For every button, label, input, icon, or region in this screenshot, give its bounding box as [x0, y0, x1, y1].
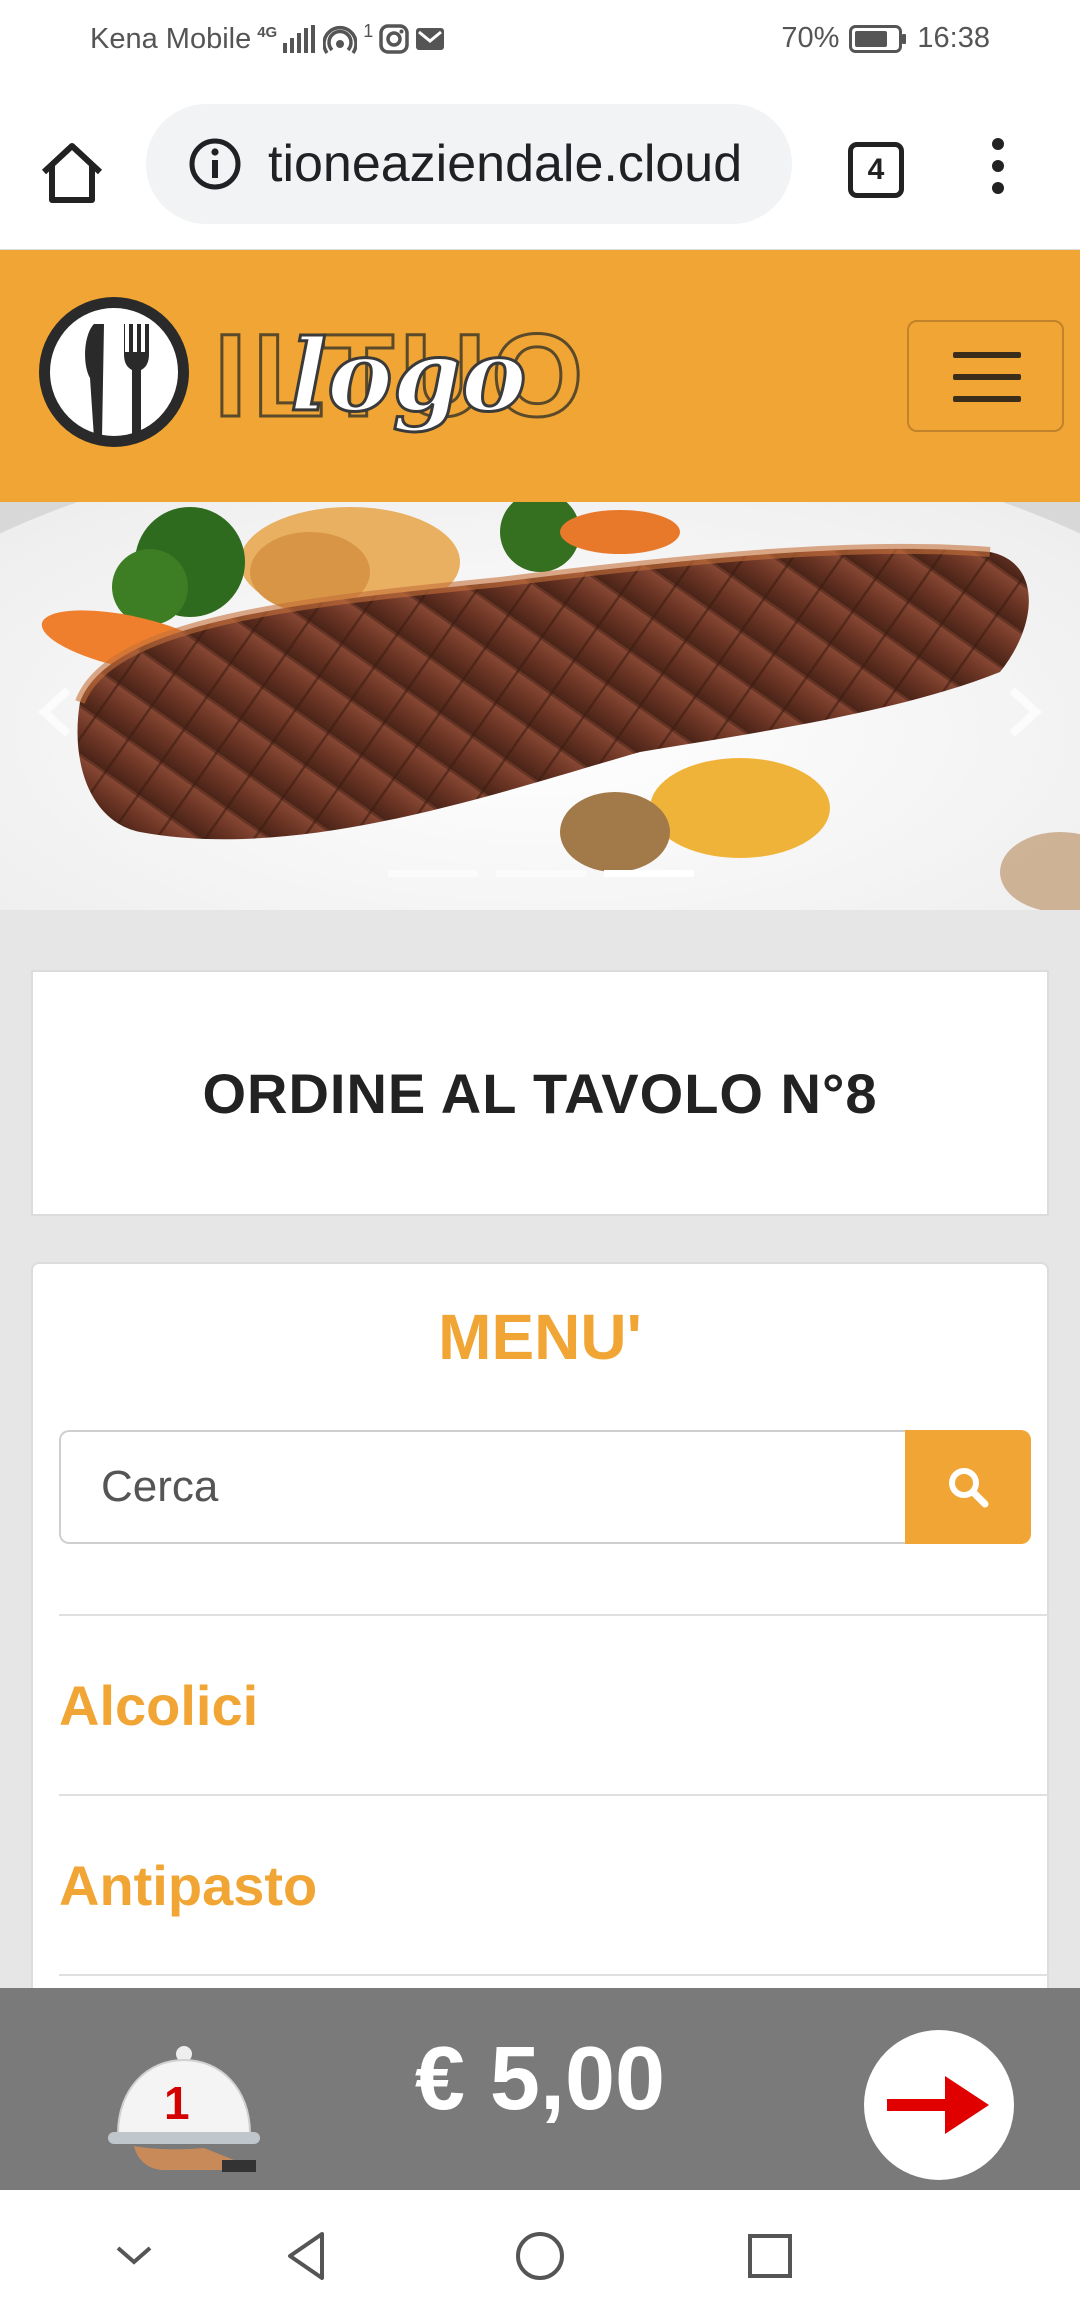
carousel-indicators	[388, 870, 694, 877]
hero-carousel[interactable]	[0, 502, 1080, 910]
home-nav-icon[interactable]	[510, 2226, 570, 2286]
logo-graphic: ILTUO logo	[39, 297, 585, 447]
notification-count: 1	[363, 20, 374, 41]
checkout-button[interactable]	[864, 2030, 1014, 2180]
logo-script-text: logo	[290, 319, 526, 434]
search-input[interactable]	[59, 1430, 905, 1544]
category-item-antipasto[interactable]: Antipasto	[59, 1794, 1049, 1974]
instagram-icon	[379, 24, 409, 54]
hotspot-icon	[323, 25, 358, 55]
info-icon[interactable]	[188, 137, 242, 191]
battery-icon	[849, 24, 907, 53]
site-header: ILTUO logo	[0, 250, 1080, 502]
address-bar[interactable]: tioneaziendale.cloud	[146, 104, 792, 224]
network-type: 4G	[257, 23, 278, 41]
carousel-indicator-active[interactable]	[604, 870, 694, 877]
status-bar: Kena Mobile 4G 1 70% 16:38	[0, 0, 1080, 84]
search-icon	[949, 1468, 989, 1508]
tabs-icon[interactable]: 4	[848, 142, 904, 198]
menu-card: MENU' Alcolici Antipasto	[31, 1262, 1049, 2062]
hamburger-icon[interactable]	[907, 320, 1064, 432]
search-button[interactable]	[905, 1430, 1031, 1544]
battery-percent: 70%	[781, 22, 840, 54]
search-group	[59, 1430, 1031, 1544]
carousel-indicator[interactable]	[496, 870, 586, 877]
url-text[interactable]: tioneaziendale.cloud	[268, 134, 742, 194]
mail-icon	[416, 28, 445, 50]
arrow-right-icon	[887, 2076, 989, 2134]
clock: 16:38	[917, 22, 990, 54]
status-left: Kena Mobile 4G 1	[90, 20, 445, 56]
carousel-indicator[interactable]	[388, 870, 478, 877]
site-logo[interactable]: ILTUO logo	[34, 294, 674, 464]
order-title: ORDINE AL TAVOLO N°8	[202, 1061, 878, 1125]
category-item-alcolici[interactable]: Alcolici	[59, 1614, 1049, 1794]
system-nav-bar	[0, 2190, 1080, 2312]
back-icon[interactable]	[278, 2226, 338, 2286]
carousel-next-icon[interactable]	[1000, 682, 1050, 742]
carrier-name: Kena Mobile	[90, 22, 252, 55]
browser-toolbar: tioneaziendale.cloud 4	[0, 84, 1080, 250]
carousel-prev-icon[interactable]	[30, 682, 80, 742]
signal-icon	[283, 25, 316, 53]
order-card: ORDINE AL TAVOLO N°8	[31, 970, 1049, 1216]
steak-image	[0, 502, 1080, 910]
cart-bar: 1 € 5,00	[0, 1988, 1080, 2190]
status-right: 70% 16:38	[781, 22, 990, 55]
menu-title: MENU'	[438, 1301, 642, 1373]
chevron-down-icon[interactable]	[104, 2226, 164, 2286]
home-icon[interactable]	[36, 136, 108, 208]
more-vert-icon[interactable]	[978, 136, 1018, 196]
recents-icon[interactable]	[740, 2226, 800, 2286]
